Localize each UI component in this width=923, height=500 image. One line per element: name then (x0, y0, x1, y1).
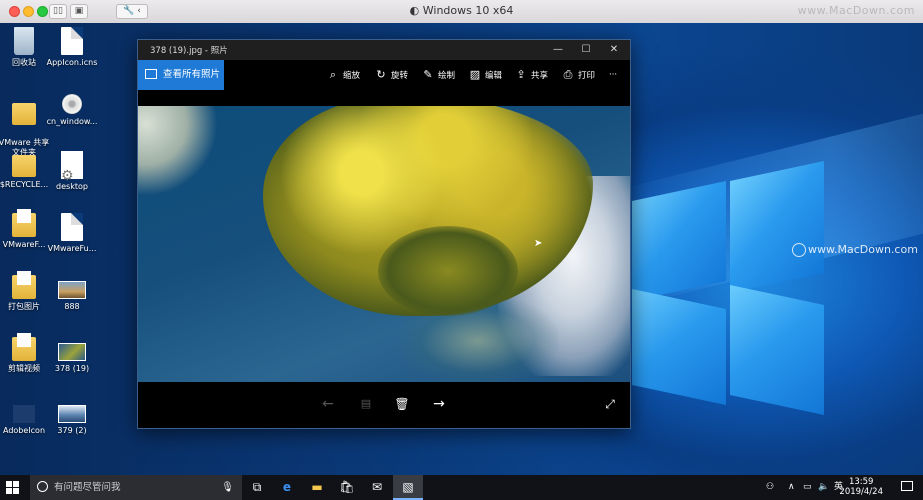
pen-icon: ✎ (423, 68, 433, 81)
mouse-cursor-icon: ➤ (534, 238, 543, 249)
disc-image-icon (62, 94, 82, 114)
microphone-icon[interactable]: 🎙 (221, 475, 234, 500)
shared-folder-icon (12, 103, 36, 125)
folder-document-icon (12, 209, 36, 237)
photos-icon: ▧ (402, 480, 414, 494)
desktop-icon-378-19[interactable]: 378 (19) (41, 337, 103, 374)
chevron-up-icon: ∧ (788, 482, 795, 492)
image-thumbnail-icon (58, 405, 86, 423)
store-bag-icon: 🛍 (339, 480, 355, 494)
edit-image-icon: ▨ (469, 68, 481, 81)
host-window-title: ◐ Windows 10 x64 (409, 4, 514, 17)
more-icon: ··· (609, 70, 618, 80)
rotate-icon: ↻ (376, 68, 386, 81)
close-button[interactable]: ✕ (600, 40, 628, 60)
windows-start-icon (6, 481, 12, 487)
settings-file-icon (61, 151, 83, 181)
speaker-icon: 🔈 (818, 482, 830, 492)
people-icon: ⚇ (766, 482, 775, 492)
image-thumbnail-icon (58, 343, 86, 361)
start-button[interactable] (6, 481, 19, 494)
share-icon: ⇪ (516, 68, 526, 81)
slideshow-button[interactable]: ▤ (356, 394, 376, 414)
windows-taskbar: 有问题尽管问我 🎙 ⧉ e ▬ 🛍 ✉ ▧ ⚇ ∧ ▭ 🔈 英 13:59 20… (0, 475, 923, 500)
document-icon (61, 213, 83, 241)
desktop-icon-379-2[interactable]: 379 (2) (41, 399, 103, 436)
watermark-mid: www.MacDown.com (792, 243, 918, 257)
expand-icon: ⤢ (605, 397, 615, 411)
previous-photo-button[interactable]: ← (318, 394, 338, 414)
view-all-photos-button[interactable]: 查看所有照片 (138, 60, 224, 90)
photos-toolbar: 查看所有照片 ⌕ 缩放 ↻ 旋转 ✎ 绘制 ▨ 编辑 ⇪ 共享 ⎙ 打印 ··· (138, 60, 630, 90)
image-thumbnail-icon (13, 405, 35, 423)
close-icon: ✕ (609, 44, 619, 55)
folder-icon (12, 155, 36, 177)
photos-app-window: 378 (19).jpg - 照片 — ☐ ✕ 查看所有照片 ⌕ 缩放 ↻ 旋转 ✎… (137, 39, 631, 429)
windows-logo-wallpaper (632, 161, 824, 415)
rotate-button[interactable]: ↻ 旋转 (374, 60, 408, 90)
people-tray-button[interactable]: ⚇ (766, 475, 774, 500)
cortana-search-box[interactable]: 有问题尽管问我 🎙 (30, 475, 242, 500)
more-options-button[interactable]: ··· (609, 60, 617, 90)
folder-document-icon (12, 333, 36, 361)
vm-icon: ◐ (409, 4, 423, 17)
maximize-icon: ☐ (581, 44, 591, 55)
desktop-icon-desktop-ini[interactable]: desktop (41, 151, 103, 192)
desktop-icon-vmwarefu[interactable]: VMwareFu... (41, 213, 103, 254)
task-view-icon: ⧉ (252, 480, 262, 494)
desktop-icon-appicon[interactable]: AppIcon.icns (41, 27, 103, 68)
arrow-left-icon: ← (322, 396, 334, 412)
edit-button[interactable]: ▨ 编辑 (468, 60, 502, 90)
folder-document-icon (12, 271, 36, 299)
photos-title-bar[interactable]: 378 (19).jpg - 照片 — ☐ ✕ (138, 40, 630, 60)
trash-icon: 🗑 (394, 397, 410, 411)
watermark-top: www.MacDown.com (797, 4, 915, 17)
minimize-button[interactable]: — (544, 40, 572, 60)
zoom-icon: ⌕ (329, 68, 337, 81)
photo-navigation-bar: ← ▤ 🗑 → ⤢ (138, 382, 630, 428)
slideshow-icon: ▤ (360, 397, 372, 410)
mail-icon: ✉ (371, 480, 383, 494)
network-icon: ▭ (803, 482, 812, 492)
printer-icon: ⎙ (563, 68, 573, 81)
folder-icon: ▬ (311, 480, 323, 494)
photos-window-title: 378 (19).jpg - 照片 (150, 46, 228, 56)
image-thumbnail-icon (58, 281, 86, 299)
volume-tray-button[interactable]: 🔈 (818, 475, 829, 500)
windows-desktop: www.MacDown.com 回收站 AppIcon.icns VMware … (0, 23, 923, 475)
search-icon (37, 481, 48, 492)
desktop-icon-cn-windows[interactable]: cn_window... (41, 89, 103, 127)
network-tray-button[interactable]: ▭ (803, 475, 812, 500)
desktop-icon-888[interactable]: 888 (41, 275, 103, 312)
delete-button[interactable]: 🗑 (392, 394, 412, 414)
share-button[interactable]: ⇪ 共享 (514, 60, 548, 90)
recycle-bin-icon (14, 27, 34, 55)
taskbar-clock[interactable]: 13:59 2019/4/24 (839, 477, 883, 497)
mail-taskbar-button[interactable]: ✉ (362, 475, 392, 500)
host-title-bar: ▯▯ ▣ 🔧 ‹ ◐ Windows 10 x64 www.MacDown.co… (0, 0, 923, 24)
zoom-button[interactable]: ⌕ 缩放 (326, 60, 360, 90)
photos-taskbar-button[interactable]: ▧ (393, 475, 423, 500)
store-taskbar-button[interactable]: 🛍 (332, 475, 362, 500)
minimize-icon: — (553, 44, 563, 55)
watermark-logo-icon (792, 243, 806, 257)
arrow-right-icon: → (433, 396, 445, 412)
action-center-button[interactable] (901, 481, 913, 491)
edge-icon: e (282, 480, 292, 494)
next-photo-button[interactable]: → (429, 394, 449, 414)
photo-viewer-image[interactable]: ➤ (138, 106, 630, 382)
photo-icon (145, 68, 157, 79)
show-hidden-icons-button[interactable]: ∧ (788, 475, 795, 500)
fullscreen-button[interactable]: ⤢ (600, 394, 620, 414)
file-explorer-taskbar-button[interactable]: ▬ (302, 475, 332, 500)
print-button[interactable]: ⎙ 打印 (561, 60, 595, 90)
task-view-button[interactable]: ⧉ (242, 475, 272, 500)
maximize-button[interactable]: ☐ (572, 40, 600, 60)
document-icon (61, 27, 83, 55)
draw-button[interactable]: ✎ 绘制 (421, 60, 455, 90)
edge-taskbar-button[interactable]: e (272, 475, 302, 500)
